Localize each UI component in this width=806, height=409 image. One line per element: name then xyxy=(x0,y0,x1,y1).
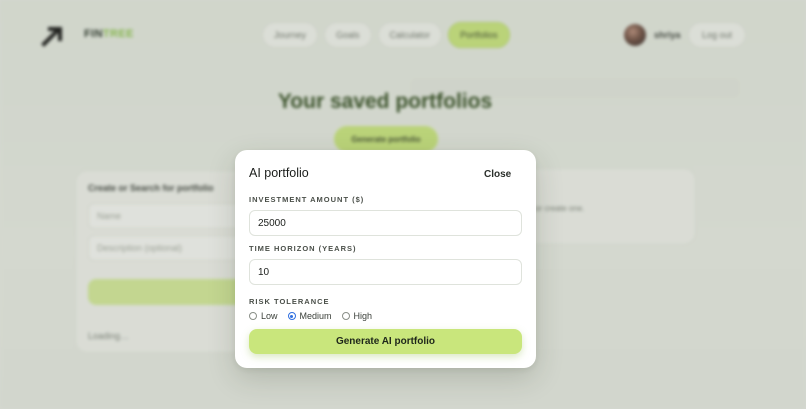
modal-title: AI portfolio xyxy=(249,166,309,180)
risk-option-label: Low xyxy=(261,311,278,321)
risk-options: Low Medium High xyxy=(249,311,372,321)
close-button[interactable]: Close xyxy=(484,169,511,180)
risk-option-high[interactable]: High xyxy=(341,311,373,321)
risk-option-label: High xyxy=(353,311,373,321)
time-horizon-input[interactable] xyxy=(249,259,522,285)
ai-portfolio-modal: AI portfolio Close INVESTMENT AMOUNT ($)… xyxy=(235,150,536,368)
risk-option-label: Medium xyxy=(299,311,332,321)
radio-low[interactable] xyxy=(249,312,257,320)
risk-option-low[interactable]: Low xyxy=(249,311,278,321)
generate-ai-portfolio-button[interactable]: Generate AI portfolio xyxy=(249,329,522,354)
risk-label: RISK TOLERANCE xyxy=(249,297,330,306)
investment-label: INVESTMENT AMOUNT ($) xyxy=(249,195,365,204)
risk-option-medium[interactable]: Medium xyxy=(287,311,332,321)
radio-high[interactable] xyxy=(341,312,350,320)
radio-medium[interactable] xyxy=(287,312,296,320)
horizon-label: TIME HORIZON (YEARS) xyxy=(249,244,357,253)
investment-amount-input[interactable] xyxy=(249,210,522,236)
